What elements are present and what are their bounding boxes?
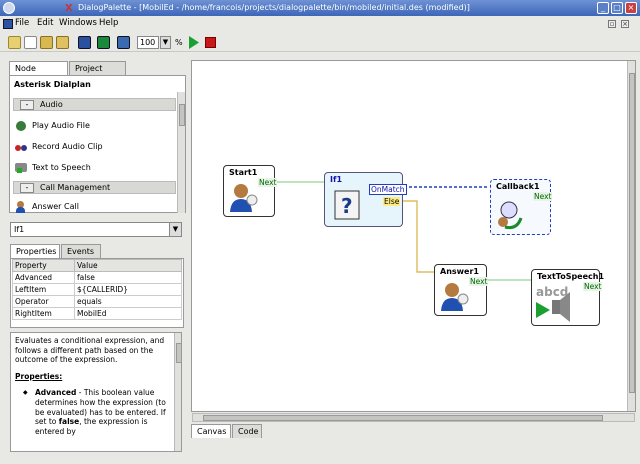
tab-canvas[interactable]: Canvas	[191, 424, 231, 438]
text-to-speech-icon	[15, 161, 28, 174]
tab-project-files[interactable]: Project Files	[69, 61, 126, 86]
menu-help[interactable]: Help	[99, 18, 118, 28]
section-audio[interactable]: - Audio	[13, 98, 176, 111]
run-icon[interactable]	[188, 36, 200, 49]
play-audio-icon	[15, 119, 28, 132]
palette-title: Asterisk Dialplan	[14, 80, 91, 89]
svg-text:abcd: abcd	[536, 285, 568, 299]
connector-if-answer	[402, 200, 434, 273]
section-call-management[interactable]: - Call Management	[13, 181, 176, 194]
menu-bar: File Edit Windows Help ▫ ×	[0, 16, 640, 32]
selected-node-select[interactable]: If1 ▼	[10, 222, 182, 237]
canvas[interactable]: Start1 Next If1 ? OnMatch Else Callback1…	[191, 60, 636, 412]
toolbar	[0, 32, 640, 52]
collapse-icon[interactable]: -	[20, 100, 34, 110]
table-row[interactable]: Advanced false	[12, 271, 182, 284]
node-if[interactable]: If1 ? OnMatch Else	[324, 172, 407, 227]
node-palette-panel: Asterisk Dialplan - Audio Play Audio File…	[9, 75, 186, 213]
document-icon[interactable]	[3, 19, 13, 29]
tab-events[interactable]: Events	[61, 244, 101, 258]
scrollbar-thumb[interactable]	[179, 104, 185, 126]
canvas-horizontal-scrollbar[interactable]	[192, 413, 635, 422]
properties-table: Property Value Advanced false LeftItem ${C…	[12, 259, 182, 320]
zoom-unit: %	[175, 38, 183, 47]
canvas-vertical-scrollbar[interactable]	[627, 61, 635, 411]
open-folder-icon[interactable]	[56, 36, 69, 49]
scrollbar-thumb[interactable]	[176, 343, 181, 363]
list-item: Advanced - This boolean value determines…	[23, 388, 169, 436]
new-file-icon[interactable]	[24, 36, 37, 49]
title-bar: X DialogPalette - [MobilEd - /home/franc…	[0, 0, 640, 16]
question-icon: ?	[334, 190, 360, 220]
person-icon	[230, 184, 258, 212]
menu-windows[interactable]: Windows	[59, 18, 97, 28]
menu-edit[interactable]: Edit	[37, 18, 53, 28]
save-all-icon[interactable]	[97, 36, 110, 49]
window-title: DialogPalette - [MobilEd - /home/francoi…	[78, 3, 470, 12]
palette-scrollbar[interactable]	[177, 92, 185, 213]
stop-icon[interactable]	[205, 37, 216, 48]
collapse-icon[interactable]: -	[20, 183, 34, 193]
speaker-icon: abcd	[536, 285, 570, 322]
restore-icon[interactable]: ▫	[608, 20, 616, 28]
palette-item-text-to-speech[interactable]: Text to Speech	[15, 161, 91, 174]
table-row[interactable]: LeftItem ${CALLERID}	[12, 283, 182, 296]
open-project-icon[interactable]	[40, 36, 53, 49]
maximize-icon[interactable]: □	[611, 2, 623, 14]
window-menu-icon[interactable]	[3, 2, 15, 14]
description-heading: Properties:	[15, 371, 63, 381]
column-header-value: Value	[74, 259, 182, 272]
scrollbar-thumb[interactable]	[203, 415, 603, 421]
app-logo-icon: X	[65, 3, 73, 14]
zoom-dropdown-icon[interactable]: ▼	[160, 36, 171, 49]
record-audio-icon	[15, 140, 28, 153]
close-document-icon[interactable]: ×	[621, 20, 629, 28]
tab-properties[interactable]: Properties	[10, 244, 60, 258]
answer-call-icon	[15, 200, 28, 213]
description-intro: Evaluates a conditional expression, and …	[15, 336, 165, 365]
connectors	[272, 181, 531, 281]
scrollbar-thumb[interactable]	[629, 73, 635, 393]
node-callback[interactable]: Callback1 Next	[490, 179, 553, 235]
tab-node-palette[interactable]: Node Palette	[9, 61, 68, 86]
fit-view-icon[interactable]	[117, 36, 130, 49]
palette-item-record-audio[interactable]: Record Audio Clip	[15, 140, 103, 153]
minimize-icon[interactable]: _	[597, 2, 609, 14]
description-panel: Evaluates a conditional expression, and …	[10, 332, 182, 452]
menu-file[interactable]: File	[15, 18, 29, 28]
node-answer[interactable]: Answer1 Next	[434, 264, 489, 316]
new-project-icon[interactable]	[8, 36, 21, 49]
description-scrollbar[interactable]	[174, 333, 181, 451]
column-header-property: Property	[12, 259, 75, 272]
table-row[interactable]: RightItem MobilEd	[12, 307, 182, 320]
callback-icon	[498, 201, 523, 230]
tab-code[interactable]: Code	[232, 424, 262, 438]
palette-item-play-audio[interactable]: Play Audio File	[15, 119, 90, 132]
close-icon[interactable]: ×	[625, 2, 637, 14]
chevron-down-icon[interactable]: ▼	[169, 223, 181, 236]
node-start[interactable]: Start1 Next	[223, 165, 278, 217]
zoom-input[interactable]: 100	[137, 36, 159, 49]
table-row[interactable]: Operator equals	[12, 295, 182, 308]
svg-text:?: ?	[341, 194, 353, 218]
palette-item-answer-call[interactable]: Answer Call	[15, 200, 79, 213]
save-icon[interactable]	[78, 36, 91, 49]
node-text-to-speech[interactable]: TextToSpeech1 abcd Next	[531, 269, 604, 326]
person-icon	[441, 283, 469, 311]
